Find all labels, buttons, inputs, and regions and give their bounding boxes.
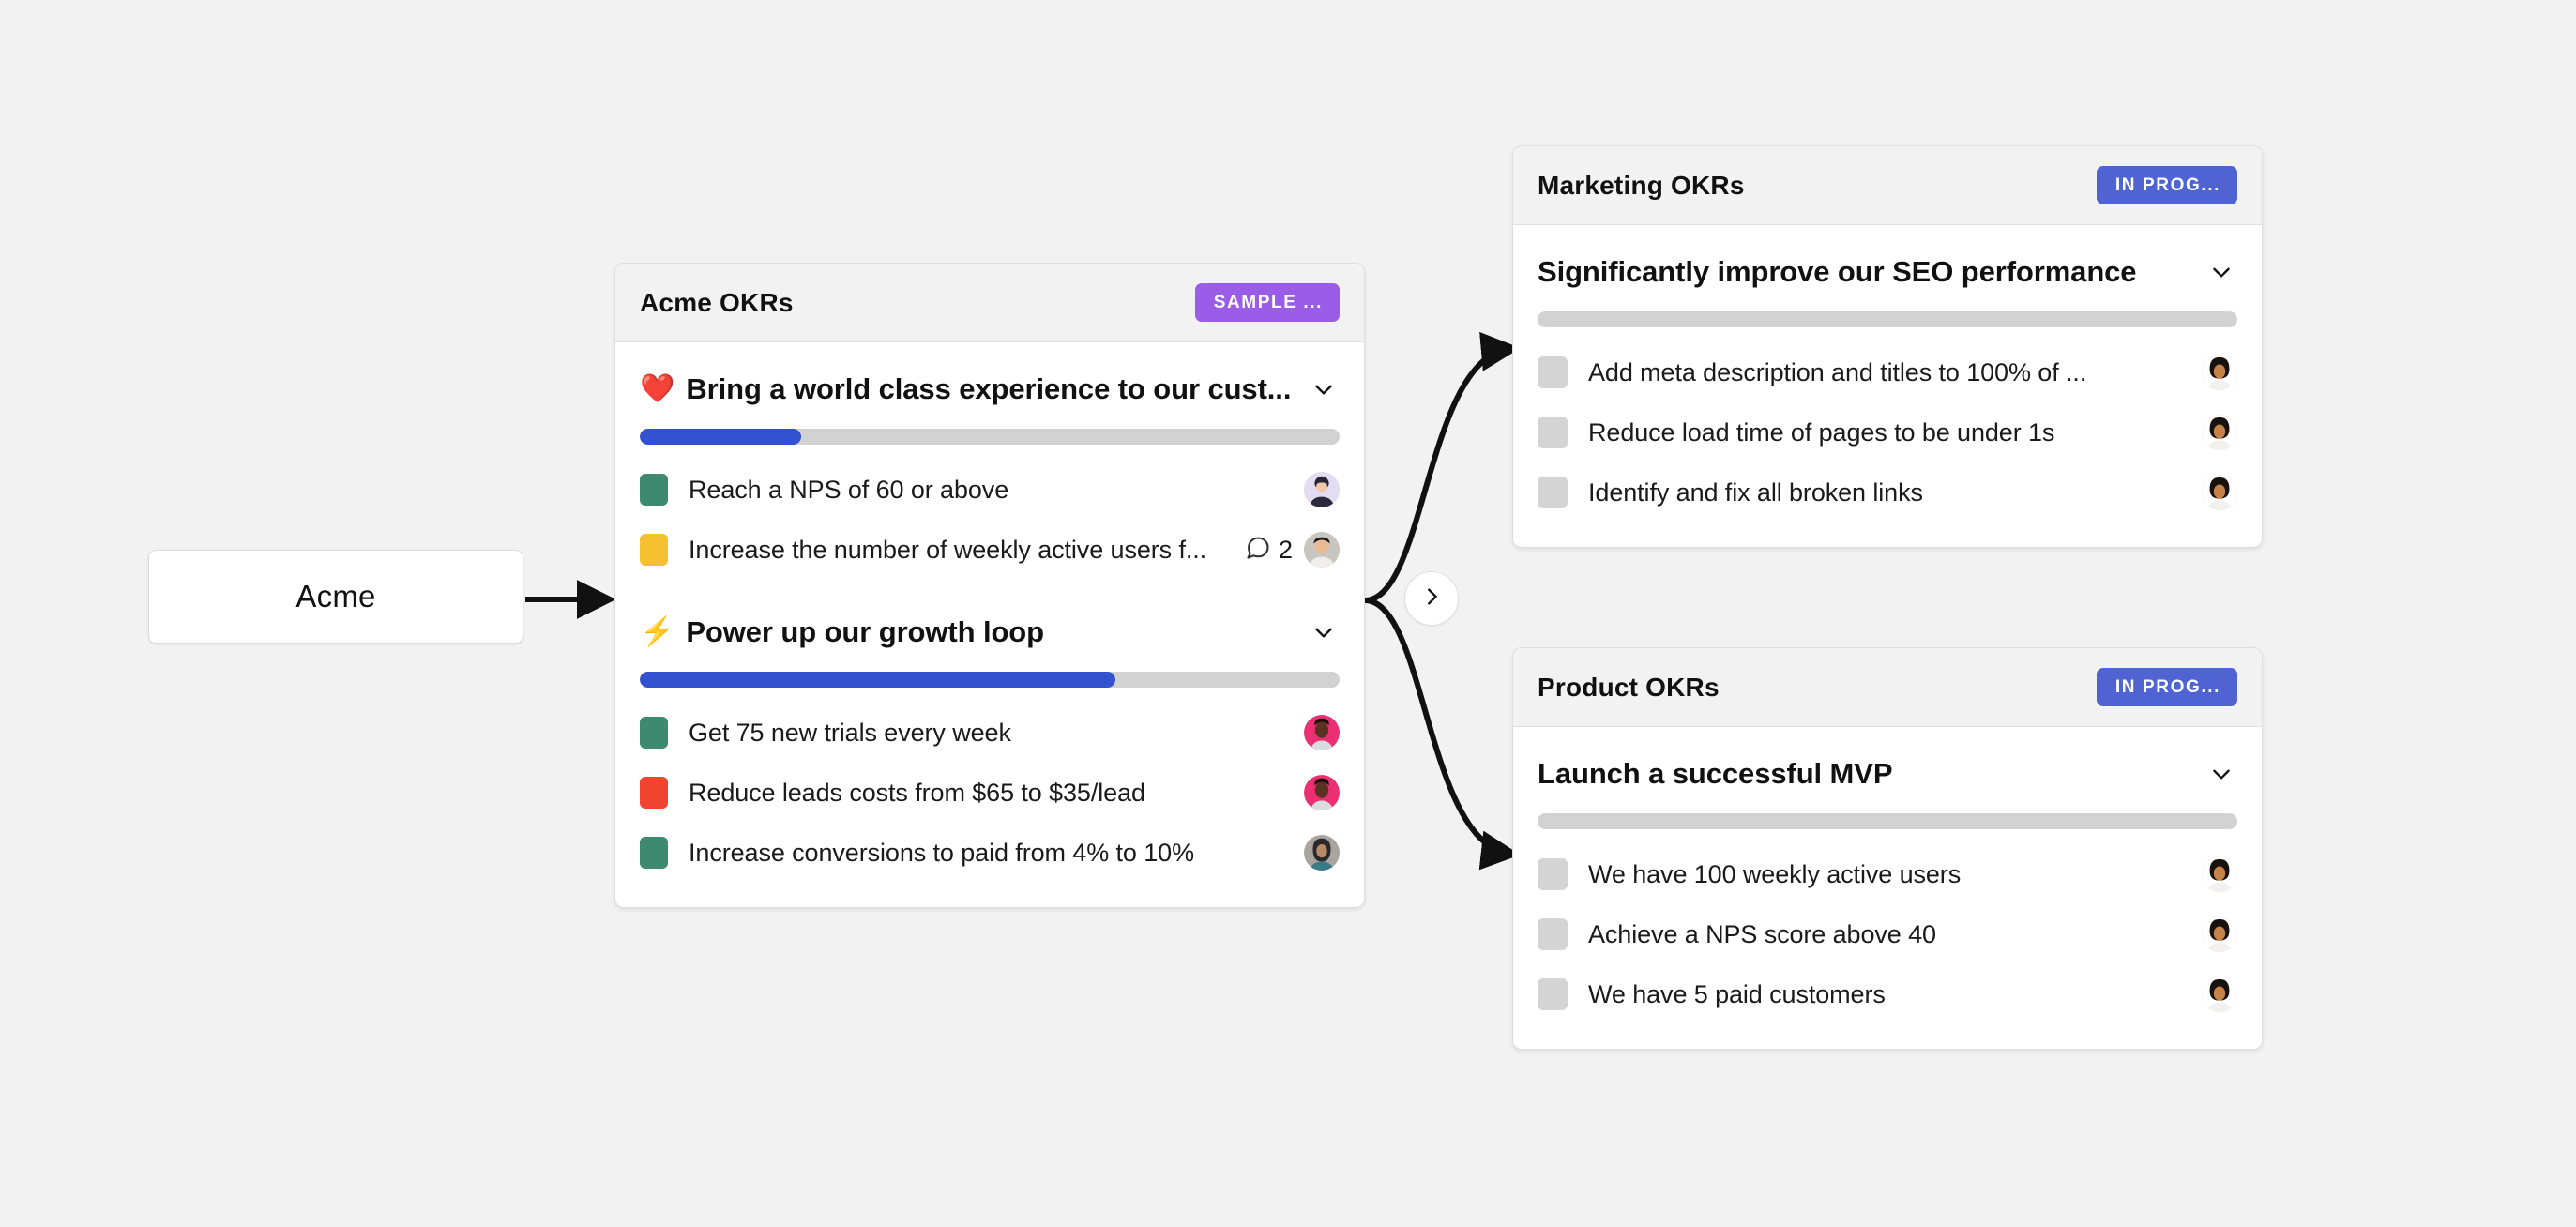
- key-result-text: Add meta description and titles to 100% …: [1588, 358, 2202, 387]
- objective-row[interactable]: ❤️ Bring a world class experience to our…: [640, 352, 1340, 417]
- red-heart-emoji: ❤️: [640, 375, 674, 403]
- key-result-text: Achieve a NPS score above 40: [1588, 920, 2202, 949]
- avatar[interactable]: [1304, 775, 1340, 810]
- card-marketing-okrs[interactable]: Marketing OKRs IN PROG... Significantly …: [1512, 145, 2263, 548]
- objective-row[interactable]: Significantly improve our SEO performanc…: [1538, 235, 2237, 300]
- avatar[interactable]: [1304, 472, 1340, 507]
- status-swatch: [640, 534, 668, 566]
- status-swatch: [640, 717, 668, 749]
- key-result-row[interactable]: Identify and fix all broken links: [1538, 462, 2237, 523]
- card-acme-okrs[interactable]: Acme OKRs SAMPLE ... ❤️ Bring a world cl…: [614, 263, 1365, 908]
- checkbox[interactable]: [1538, 858, 1568, 890]
- avatar[interactable]: [2202, 916, 2237, 952]
- card-header: Marketing OKRs IN PROG...: [1513, 146, 2262, 225]
- status-swatch: [640, 837, 668, 869]
- expand-children-button[interactable]: [1404, 571, 1459, 626]
- avatar[interactable]: [2202, 856, 2237, 892]
- key-result-text: Reduce load time of pages to be under 1s: [1588, 418, 2202, 447]
- progress-fill: [640, 429, 801, 445]
- key-result-row[interactable]: Add meta description and titles to 100% …: [1538, 342, 2237, 402]
- objective-title: Launch a successful MVP: [1538, 757, 2194, 791]
- objective-title: Bring a world class experience to our cu…: [686, 372, 1296, 406]
- objective-progress-bar: [1538, 311, 2237, 327]
- key-result-row[interactable]: Increase the number of weekly active use…: [640, 520, 1340, 580]
- progress-fill: [640, 672, 1115, 688]
- objective-title: Significantly improve our SEO performanc…: [1538, 255, 2194, 289]
- root-node-acme[interactable]: Acme: [148, 550, 523, 644]
- objective-row[interactable]: Launch a successful MVP: [1538, 736, 2237, 802]
- key-result-row[interactable]: Reduce load time of pages to be under 1s: [1538, 402, 2237, 462]
- checkbox[interactable]: [1538, 477, 1568, 508]
- comment-count[interactable]: 2: [1245, 535, 1293, 566]
- checkbox[interactable]: [1538, 356, 1568, 388]
- avatar[interactable]: [1304, 835, 1340, 871]
- card-body: ❤️ Bring a world class experience to our…: [615, 342, 1364, 907]
- key-result-text: Reach a NPS of 60 or above: [689, 476, 1304, 505]
- avatar[interactable]: [2202, 475, 2237, 510]
- high-voltage-emoji: ⚡: [640, 618, 674, 646]
- key-result-row[interactable]: Reduce leads costs from $65 to $35/lead: [640, 763, 1340, 823]
- status-badge[interactable]: IN PROG...: [2097, 668, 2237, 706]
- chevron-right-icon: [1421, 586, 1442, 612]
- avatar[interactable]: [2202, 355, 2237, 390]
- avatar[interactable]: [1304, 532, 1340, 568]
- card-body: Launch a successful MVP We have 100 week…: [1513, 727, 2262, 1049]
- key-result-row[interactable]: We have 100 weekly active users: [1538, 844, 2237, 904]
- root-node-label: Acme: [295, 579, 375, 614]
- objective-title: Power up our growth loop: [686, 615, 1296, 649]
- objective-row[interactable]: ⚡ Power up our growth loop: [640, 580, 1340, 660]
- card-header: Acme OKRs SAMPLE ...: [615, 264, 1364, 342]
- key-result-text: Increase conversions to paid from 4% to …: [689, 839, 1304, 868]
- status-badge[interactable]: IN PROG...: [2097, 166, 2237, 204]
- avatar[interactable]: [2202, 977, 2237, 1012]
- card-title: Marketing OKRs: [1538, 171, 1745, 201]
- key-result-text: Get 75 new trials every week: [689, 719, 1304, 748]
- key-result-text: Increase the number of weekly active use…: [689, 536, 1241, 565]
- card-title: Acme OKRs: [640, 288, 794, 318]
- card-body: Significantly improve our SEO performanc…: [1513, 225, 2262, 547]
- key-result-row[interactable]: We have 5 paid customers: [1538, 964, 2237, 1024]
- chevron-down-icon[interactable]: [1308, 373, 1340, 405]
- key-result-row[interactable]: Get 75 new trials every week: [640, 703, 1340, 763]
- key-result-row[interactable]: Achieve a NPS score above 40: [1538, 904, 2237, 964]
- chevron-down-icon[interactable]: [2205, 758, 2237, 790]
- checkbox[interactable]: [1538, 978, 1568, 1010]
- status-badge[interactable]: SAMPLE ...: [1195, 283, 1340, 322]
- key-result-text: Reduce leads costs from $65 to $35/lead: [689, 779, 1304, 808]
- objective-progress-bar: [640, 429, 1340, 445]
- key-result-text: We have 5 paid customers: [1588, 980, 2202, 1009]
- status-swatch: [640, 777, 668, 809]
- card-product-okrs[interactable]: Product OKRs IN PROG... Launch a success…: [1512, 647, 2263, 1050]
- chevron-down-icon[interactable]: [1308, 616, 1340, 648]
- key-result-row[interactable]: Reach a NPS of 60 or above: [640, 460, 1340, 520]
- checkbox[interactable]: [1538, 918, 1568, 950]
- key-result-text: Identify and fix all broken links: [1588, 478, 2202, 507]
- comment-bubble-icon: [1245, 535, 1271, 566]
- comment-count-value: 2: [1279, 536, 1293, 565]
- avatar[interactable]: [2202, 415, 2237, 450]
- objective-progress-bar: [640, 672, 1340, 688]
- status-swatch: [640, 474, 668, 506]
- objective-progress-bar: [1538, 813, 2237, 829]
- checkbox[interactable]: [1538, 417, 1568, 448]
- chevron-down-icon[interactable]: [2205, 256, 2237, 288]
- key-result-text: We have 100 weekly active users: [1588, 860, 2202, 889]
- card-header: Product OKRs IN PROG...: [1513, 648, 2262, 727]
- avatar[interactable]: [1304, 715, 1340, 750]
- key-result-row[interactable]: Increase conversions to paid from 4% to …: [640, 823, 1340, 883]
- okr-tree-canvas: Acme Acme OKRs SAMPLE ... ❤️ Bring a wor…: [0, 0, 2576, 1227]
- card-title: Product OKRs: [1538, 673, 1720, 703]
